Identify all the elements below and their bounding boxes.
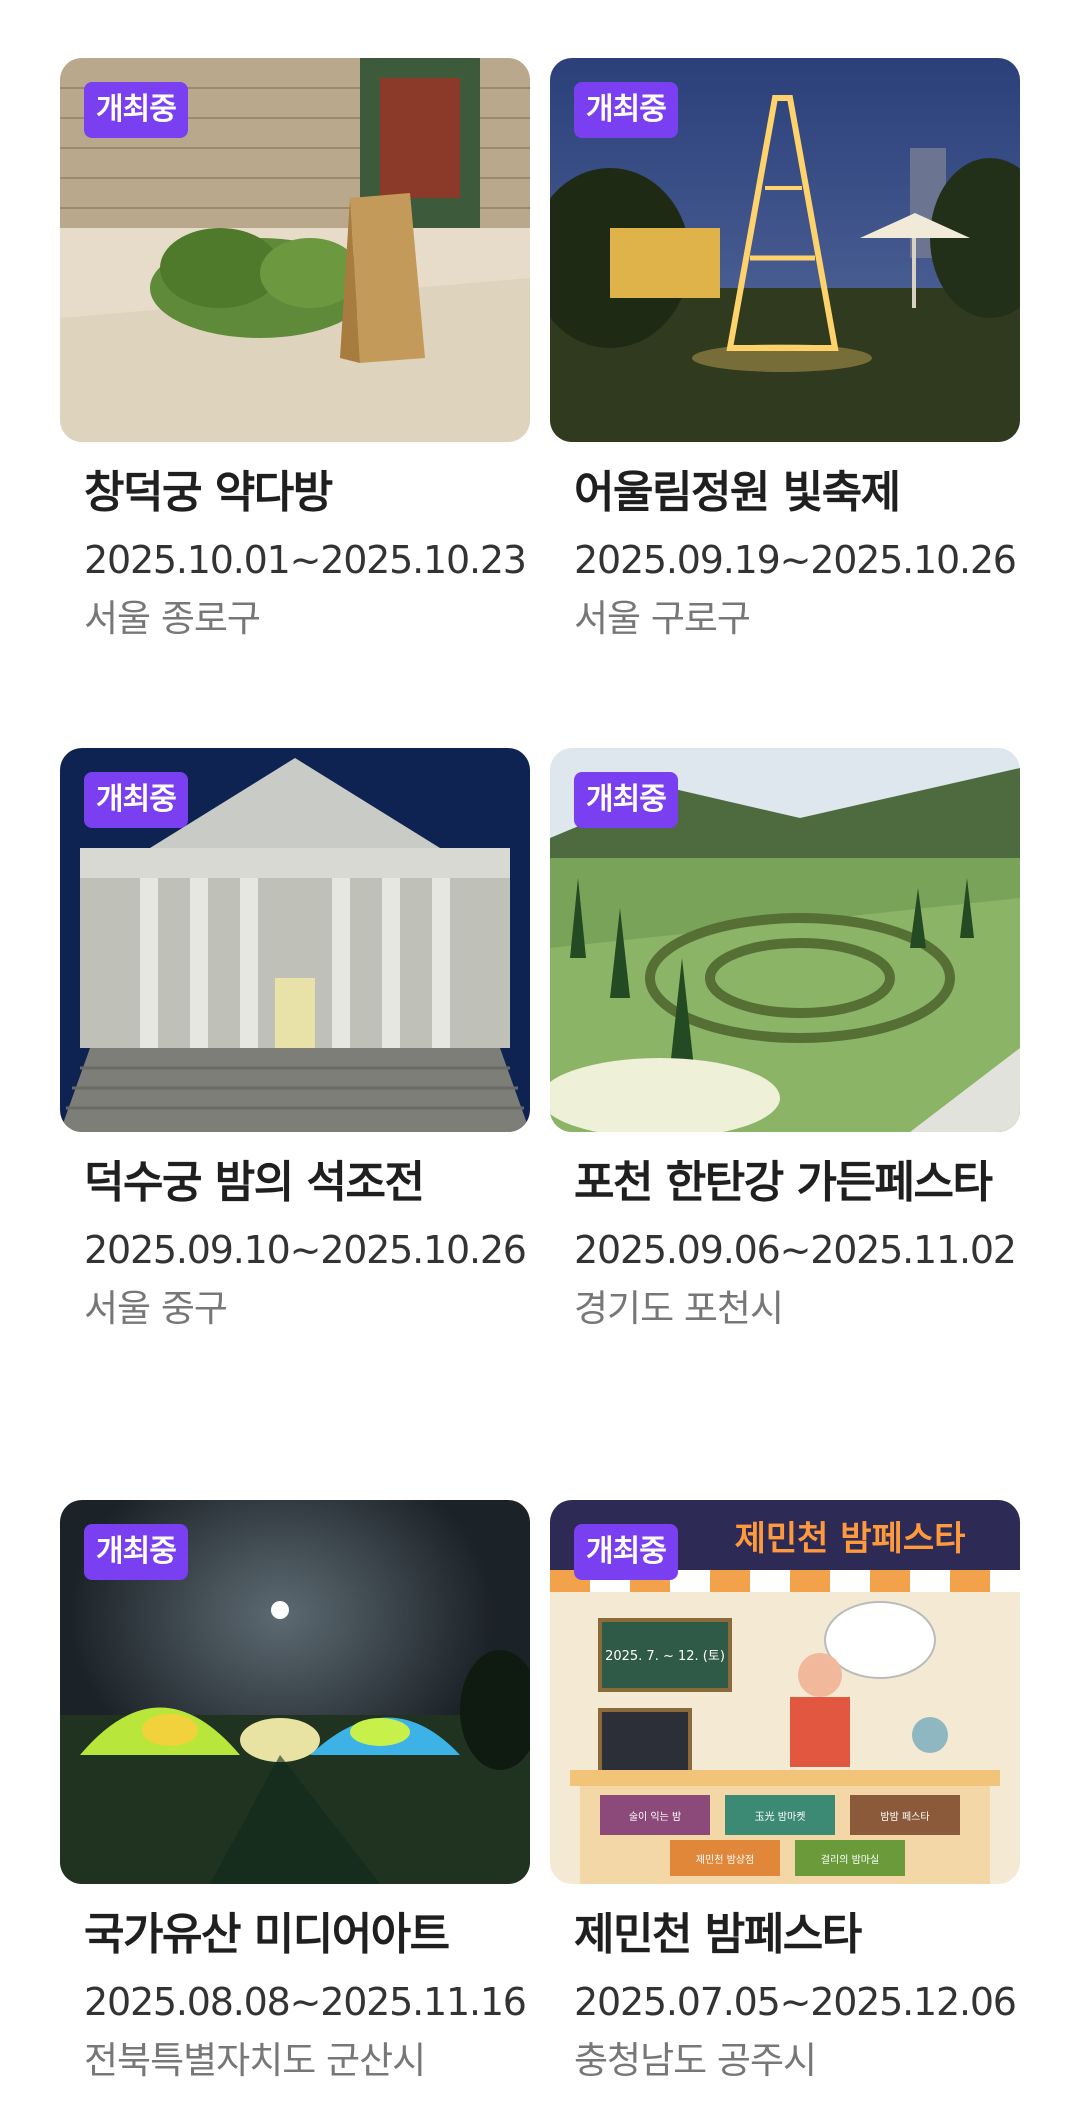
- festival-thumbnail[interactable]: 개최중: [60, 58, 530, 442]
- festival-thumbnail[interactable]: 개최중: [550, 58, 1020, 442]
- festival-thumbnail[interactable]: 개최중: [60, 1500, 530, 1884]
- festival-region: 서울 중구: [84, 1287, 228, 1330]
- status-badge: 개최중: [84, 1524, 188, 1580]
- poster-stall-label: 제민천 밤상점: [696, 1854, 754, 1866]
- festival-region: 경기도 포천시: [574, 1287, 784, 1330]
- status-badge: 개최중: [574, 82, 678, 138]
- festival-title: 덕수궁 밤의 석조전: [84, 1157, 425, 1208]
- festival-region: 충청남도 공주시: [574, 2039, 817, 2082]
- status-badge: 개최중: [574, 772, 678, 828]
- festival-card[interactable]: 개최중 어울림정원 빛축제 2025.09.19~2025.10.26 서울 구…: [550, 58, 1020, 748]
- poster-chalkboard: 2025. 7. ~ 12. (토): [605, 1649, 725, 1664]
- festival-card[interactable]: 개최중 창덕궁 약다방 2025.10.01~2025.10.23 서울 종로구: [60, 58, 530, 748]
- festival-title: 제민천 밤페스타: [574, 1909, 862, 1960]
- poster-stall-label: 술이 익는 밤: [629, 1811, 681, 1823]
- status-badge: 개최중: [574, 1524, 678, 1580]
- festival-card[interactable]: 제민천 밤페스타 2025. 7. ~ 12. (토) 술이 익는 밤 玉光 밤…: [550, 1500, 1020, 2120]
- festival-region: 전북특별자치도 군산시: [84, 2039, 426, 2082]
- status-badge: 개최중: [84, 82, 188, 138]
- festival-thumbnail[interactable]: 개최중: [60, 748, 530, 1132]
- festival-region: 서울 구로구: [574, 597, 751, 640]
- festival-thumbnail[interactable]: 개최중: [550, 748, 1020, 1132]
- festival-card[interactable]: 개최중 국가유산 미디어아트 2025.08.08~2025.11.16 전북특…: [60, 1500, 530, 2120]
- festival-period: 2025.10.01~2025.10.23: [84, 538, 527, 582]
- festival-card[interactable]: 개최중 덕수궁 밤의 석조전 2025.09.10~2025.10.26 서울 …: [60, 748, 530, 1500]
- status-badge: 개최중: [84, 772, 188, 828]
- festival-title: 국가유산 미디어아트: [84, 1909, 450, 1960]
- festival-period: 2025.09.06~2025.11.02: [574, 1228, 1017, 1272]
- festival-period: 2025.09.19~2025.10.26: [574, 538, 1017, 582]
- poster-stall-label: 걸리의 밤마실: [821, 1853, 879, 1866]
- poster-stall-label: 밤밤 페스타: [880, 1811, 929, 1823]
- festival-region: 서울 종로구: [84, 597, 261, 640]
- festival-period: 2025.08.08~2025.11.16: [84, 1980, 527, 2024]
- festival-period: 2025.07.05~2025.12.06: [574, 1980, 1017, 2024]
- poster-headline: 제민천 밤페스타: [735, 1519, 966, 1559]
- festival-period: 2025.09.10~2025.10.26: [84, 1228, 527, 1272]
- festival-title: 포천 한탄강 가든페스타: [574, 1157, 993, 1208]
- poster-stall-label: 玉光 밤마켓: [755, 1810, 806, 1823]
- festival-title: 어울림정원 빛축제: [574, 467, 901, 518]
- festival-card[interactable]: 개최중 포천 한탄강 가든페스타 2025.09.06~2025.11.02 경…: [550, 748, 1020, 1500]
- festival-grid: 개최중 창덕궁 약다방 2025.10.01~2025.10.23 서울 종로구: [60, 58, 1020, 2120]
- festival-thumbnail[interactable]: 제민천 밤페스타 2025. 7. ~ 12. (토) 술이 익는 밤 玉光 밤…: [550, 1500, 1020, 1884]
- festival-title: 창덕궁 약다방: [84, 467, 333, 518]
